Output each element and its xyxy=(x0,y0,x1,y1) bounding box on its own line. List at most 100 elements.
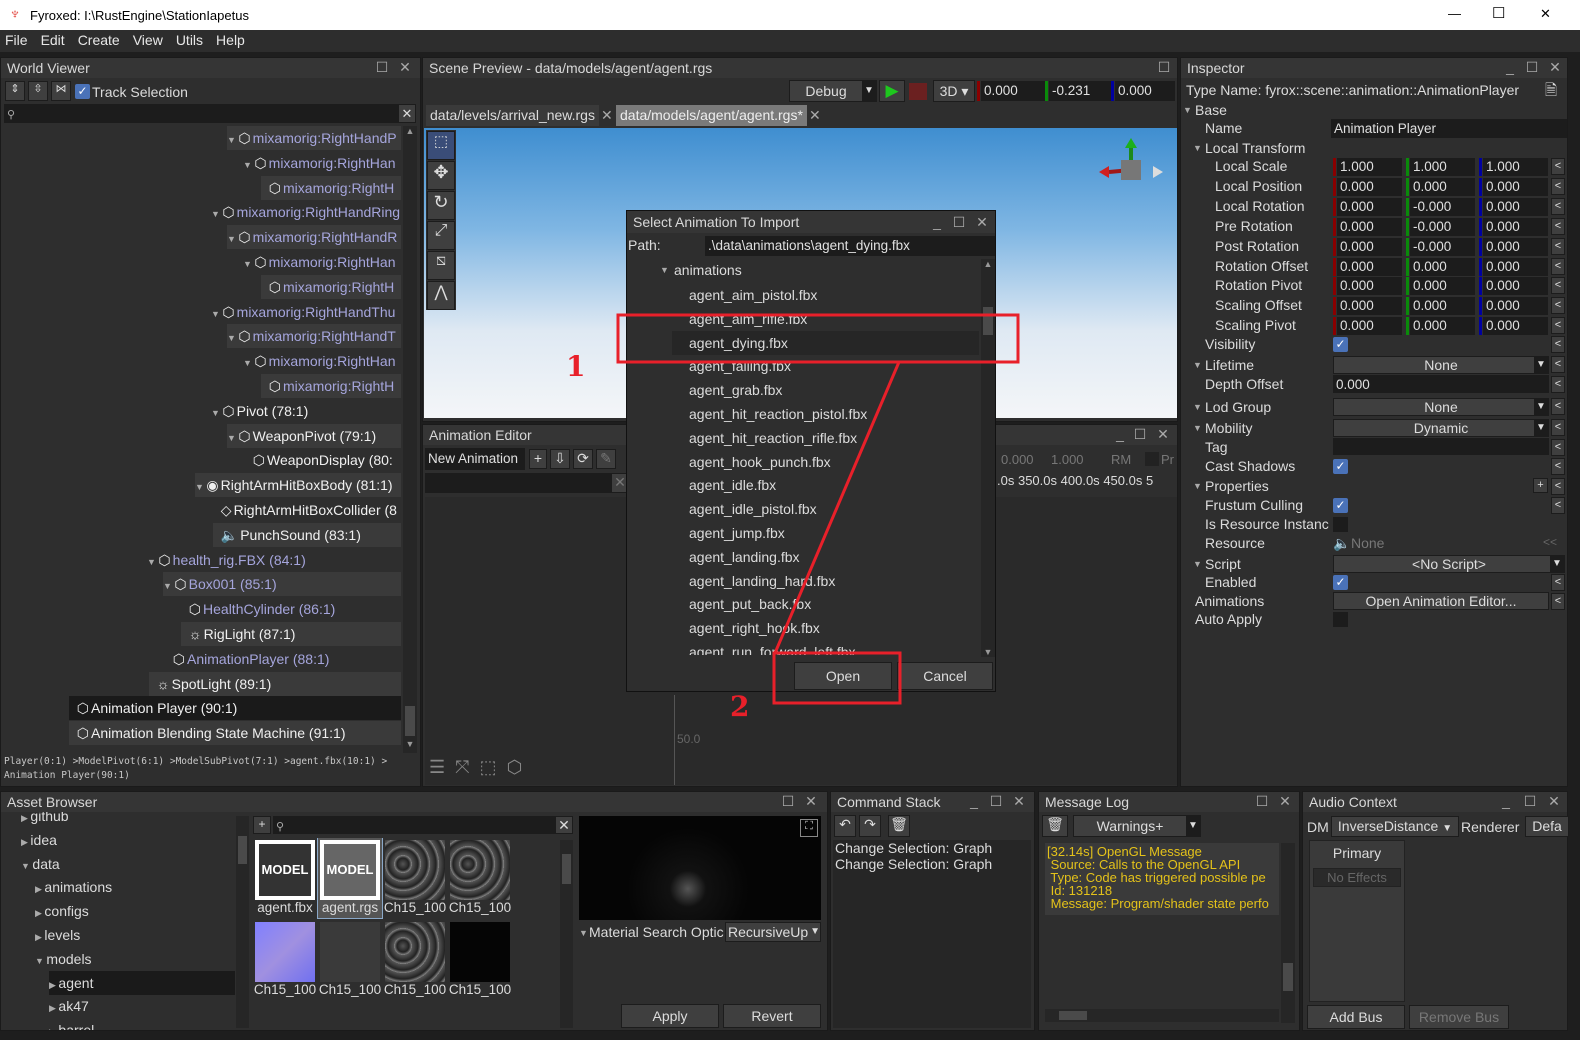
expand-triangle-icon[interactable]: ▼ xyxy=(1193,481,1202,491)
asset-item[interactable]: MODEL agent.rgs xyxy=(317,838,383,919)
tree-item[interactable]: ▼ ⬡ mixamorig:RightHandRing xyxy=(211,200,401,224)
add-bus-button[interactable]: Add Bus xyxy=(1307,1005,1405,1029)
revert-property-button[interactable]: < xyxy=(1551,297,1565,315)
close-panel-icon[interactable]: ✕ xyxy=(1156,427,1170,441)
command-item[interactable]: Change Selection: Graph xyxy=(835,840,1031,856)
expand-triangle-icon[interactable]: ▶ xyxy=(49,1003,58,1013)
tree-item[interactable]: ▼ ⬡ WeaponPivot (79:1) xyxy=(227,423,401,448)
maximize-panel-icon[interactable]: ☐ xyxy=(1523,794,1537,808)
tree-item[interactable]: ▼ ⬡ mixamorig:RightHandR xyxy=(227,225,401,250)
expand-triangle-icon[interactable]: ▼ xyxy=(1193,360,1202,370)
minimize-button[interactable]: — xyxy=(1448,6,1461,21)
open-button[interactable]: Open xyxy=(794,662,892,690)
fullscreen-icon[interactable]: ⛶ xyxy=(800,819,818,837)
maximize-button[interactable]: ☐ xyxy=(1492,4,1505,22)
folder-item[interactable]: ▼ models xyxy=(35,947,235,971)
vector-component-input[interactable]: 0.000 xyxy=(1337,177,1402,196)
vector-component-input[interactable]: 0.000 xyxy=(1337,197,1402,216)
collapse-triangle-icon[interactable]: ▼ xyxy=(35,956,46,966)
vector-component-input[interactable]: -0.000 xyxy=(1410,197,1475,216)
collapse-all-button[interactable]: ⇕ xyxy=(5,81,25,101)
open-animation-editor-button[interactable]: Open Animation Editor... xyxy=(1333,592,1549,610)
expand-triangle-icon[interactable]: ▼ xyxy=(211,408,222,418)
revert-property-button[interactable]: < xyxy=(1551,376,1565,393)
asset-grid-scrollbar[interactable] xyxy=(560,840,573,1028)
file-item[interactable]: agent_hit_reaction_rifle.fbx xyxy=(672,426,979,450)
file-item[interactable]: agent_grab.fbx xyxy=(672,378,979,402)
close-window-button[interactable]: ✕ xyxy=(1540,6,1551,22)
clear-search-button[interactable]: ✕ xyxy=(398,104,416,123)
tree-item[interactable]: ▼ ⬡ mixamorig:RightHandT xyxy=(227,324,401,349)
expand-triangle-icon[interactable]: ▶ xyxy=(49,1027,58,1030)
vector-component-input[interactable]: -0.000 xyxy=(1410,237,1475,256)
expand-triangle-icon[interactable]: ▼ xyxy=(227,135,238,145)
track-search-input[interactable] xyxy=(425,473,611,493)
vector-component-input[interactable]: 0.000 xyxy=(1337,297,1402,316)
revert-property-button[interactable]: < xyxy=(1551,336,1565,353)
expand-triangle-icon[interactable]: ▶ xyxy=(35,908,44,918)
vector-component-input[interactable]: 0.000 xyxy=(1483,197,1548,216)
file-item[interactable]: agent_aim_rifle.fbx xyxy=(672,307,979,331)
file-list-scrollbar[interactable]: ▲ ▼ xyxy=(981,259,995,657)
projection-dropdown[interactable]: 3D ▾ xyxy=(933,80,975,102)
tree-item[interactable]: ☼ SpotLight (89:1) xyxy=(149,671,401,696)
expand-triangle-icon[interactable]: ▼ xyxy=(195,482,206,492)
apply-button[interactable]: Apply xyxy=(621,1004,719,1028)
minimize-panel-icon[interactable]: _ xyxy=(1499,794,1513,808)
asset-preview[interactable]: ⛶ xyxy=(579,816,821,920)
menu-utils[interactable]: Utils xyxy=(171,30,211,50)
tree-item[interactable]: ▼ ⬡ Box001 (85:1) xyxy=(163,572,401,597)
tag-input[interactable] xyxy=(1333,438,1549,455)
property-checkbox[interactable] xyxy=(1333,612,1348,627)
vector-component-input[interactable]: 0.000 xyxy=(1483,217,1548,236)
expand-triangle-icon[interactable]: ▼ xyxy=(660,265,669,275)
tree-item[interactable]: ▼ ◉ RightArmHitBoxBody (81:1) xyxy=(195,473,401,498)
maximize-panel-icon[interactable]: ☐ xyxy=(1255,794,1269,808)
asset-item[interactable]: MODEL agent.fbx xyxy=(253,838,317,918)
revert-property-button[interactable]: < xyxy=(1551,317,1565,335)
close-panel-icon[interactable]: ✕ xyxy=(398,60,412,74)
vector-component-input[interactable]: 0.000 xyxy=(1337,277,1402,296)
tree-item[interactable]: ▼ ⬡ Pivot (78:1) xyxy=(211,399,401,423)
revert-property-button[interactable]: < xyxy=(1551,593,1565,610)
cube-icon[interactable]: ⬡ xyxy=(507,757,533,777)
folder-item[interactable]: ▶ idea xyxy=(21,828,235,852)
revert-property-button[interactable]: < xyxy=(1551,356,1565,373)
undo-button[interactable]: ↶ xyxy=(834,815,856,837)
file-item[interactable]: agent_run_forward_left.fbx xyxy=(672,640,979,655)
log-hscrollbar[interactable] xyxy=(1045,1009,1279,1022)
vector-component-input[interactable]: 0.000 xyxy=(1337,217,1402,236)
folder-item[interactable]: ▶ ak47 xyxy=(49,994,235,1018)
expand-triangle-icon[interactable]: ▼ xyxy=(1193,559,1202,569)
expand-triangle-icon[interactable]: ▼ xyxy=(243,160,254,170)
move-tool-icon[interactable]: ✥ xyxy=(427,161,455,190)
play-button[interactable]: ▶ xyxy=(879,80,905,102)
audio-bus-primary[interactable]: Primary No Effects xyxy=(1309,840,1405,1002)
minimize-panel-icon[interactable]: _ xyxy=(967,794,981,808)
asset-item[interactable]: Ch15_100 xyxy=(253,920,317,1000)
vector-component-input[interactable]: 0.000 xyxy=(1410,257,1475,276)
resource-revert-button[interactable]: << xyxy=(1543,535,1557,549)
vector-component-input[interactable]: 0.000 xyxy=(1483,297,1548,316)
vector-component-input[interactable]: 0.000 xyxy=(1337,317,1402,336)
expand-triangle-icon[interactable]: ▼ xyxy=(243,259,254,269)
revert-button[interactable]: Revert xyxy=(723,1004,821,1028)
expand-triangle-icon[interactable]: ▼ xyxy=(147,557,158,567)
import-animation-button[interactable]: ⇩ xyxy=(550,449,570,469)
folder-scrollbar[interactable] xyxy=(236,816,249,1028)
revert-property-button[interactable]: < xyxy=(1551,237,1565,255)
folder-item[interactable]: ▶ configs xyxy=(35,899,235,923)
tree-item[interactable]: ⬡ mixamorig:RightH xyxy=(261,175,401,200)
revert-property-button[interactable]: < xyxy=(1551,257,1565,275)
add-animation-button[interactable]: + xyxy=(529,449,547,469)
revert-property-button[interactable]: < xyxy=(1551,197,1565,215)
expand-triangle-icon[interactable]: ▶ xyxy=(21,813,30,823)
property-checkbox[interactable]: ✓ xyxy=(1333,498,1348,513)
maximize-panel-icon[interactable]: ☐ xyxy=(1133,427,1147,441)
tree-item[interactable]: ⬡ AnimationPlayer (88:1) xyxy=(165,647,401,671)
length-input[interactable]: 1.000 xyxy=(1051,452,1084,467)
remove-bus-button[interactable]: Remove Bus xyxy=(1409,1005,1509,1029)
log-scrollbar[interactable] xyxy=(1281,843,1295,1023)
minimize-panel-icon[interactable]: _ xyxy=(1113,427,1127,441)
expand-triangle-icon[interactable]: ▶ xyxy=(21,837,30,847)
